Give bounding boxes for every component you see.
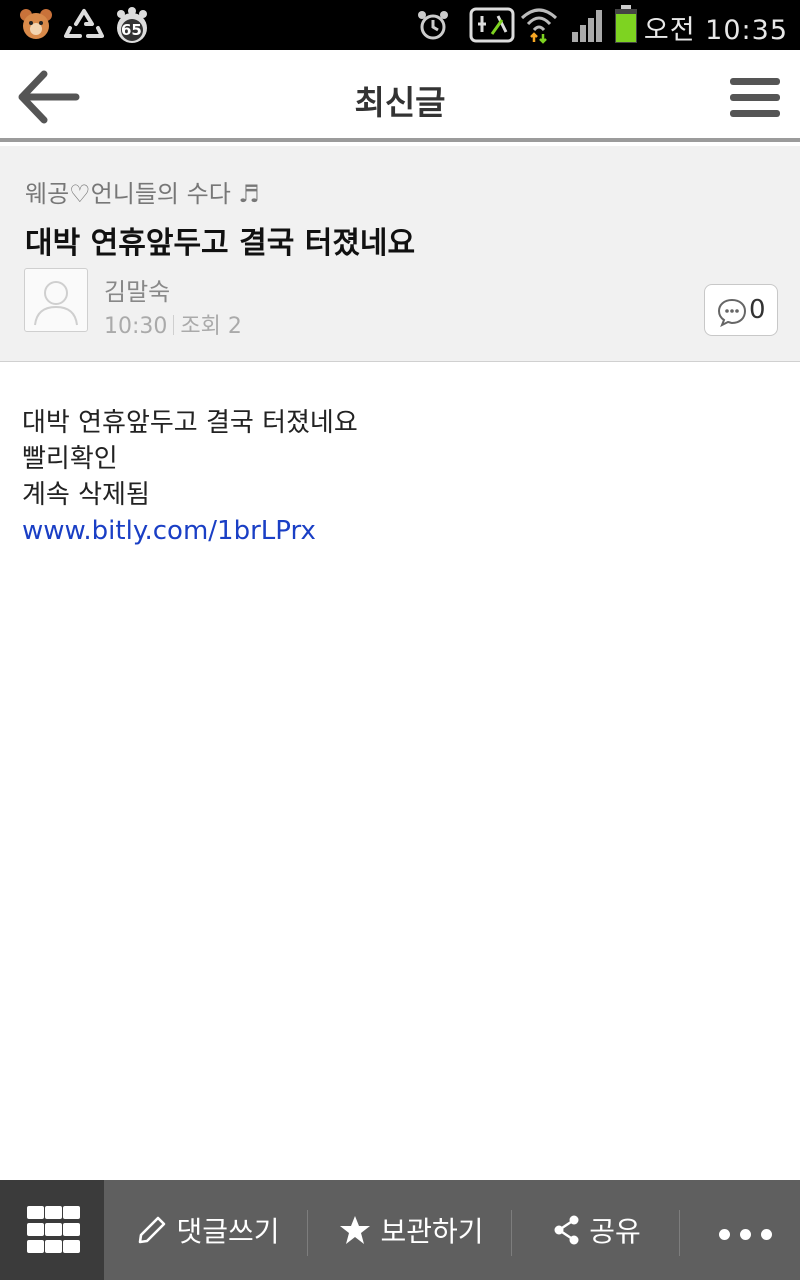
post-header: 웨공♡언니들의 수다 ♬ 대박 연휴앞두고 결국 터졌네요 김말숙 10:30 조… <box>0 146 800 362</box>
signal-icon <box>572 10 602 42</box>
page-title: 최신글 <box>354 83 446 122</box>
status-time: 오전 10:35 <box>643 15 788 46</box>
user-placeholder-icon <box>34 281 78 326</box>
comment-count-button[interactable]: 0 <box>704 284 778 336</box>
usb-debug-icon <box>469 7 515 43</box>
bookmark-label: 보관하기 <box>380 1215 484 1248</box>
toolbar-divider <box>679 1210 680 1256</box>
post-time: 10:30 <box>104 314 168 339</box>
app-header: 최신글 <box>0 50 800 142</box>
app-grid-button[interactable] <box>0 1180 104 1280</box>
toolbar-divider <box>511 1210 512 1256</box>
post-link[interactable]: www.bitly.com/1brLPrx <box>22 516 316 546</box>
paw-badge-number: 65 <box>121 21 142 39</box>
bookmark-button[interactable]: 보관하기 <box>322 1180 500 1280</box>
author-avatar[interactable] <box>24 268 88 332</box>
share-label: 공유 <box>589 1215 641 1248</box>
write-comment-label: 댓글쓰기 <box>176 1215 280 1248</box>
more-dots-icon <box>714 1214 777 1247</box>
paw-badge-icon: 65 <box>112 6 152 46</box>
author-name[interactable]: 김말숙 <box>104 272 170 307</box>
post-meta: 10:30 조회 2 <box>104 308 242 340</box>
battery-icon <box>615 5 637 43</box>
comment-bubble-icon <box>717 298 747 327</box>
bottom-toolbar: 댓글쓰기 보관하기 공유 <box>0 1180 800 1280</box>
pencil-icon <box>139 1216 166 1244</box>
meta-divider <box>173 315 175 335</box>
post-title: 대박 연휴앞두고 결국 터졌네요 <box>25 226 416 261</box>
star-icon <box>340 1216 371 1244</box>
post-body: 대박 연휴앞두고 결국 터졌네요 빨리확인 계속 삭제됨 www.bitly.c… <box>22 405 782 549</box>
recycle-icon <box>64 9 104 38</box>
share-icon <box>554 1215 579 1245</box>
comment-count: 0 <box>749 295 766 325</box>
toolbar-divider <box>307 1210 308 1256</box>
wifi-icon <box>520 8 558 44</box>
status-bar: 65 오전 10:35 <box>0 0 800 50</box>
board-name[interactable]: 웨공♡언니들의 수다 ♬ <box>25 174 260 209</box>
menu-button[interactable] <box>728 74 782 120</box>
write-comment-button[interactable]: 댓글쓰기 <box>118 1180 298 1280</box>
post-body-line: 빨리확인 <box>22 444 118 474</box>
app-notification-icon <box>20 9 52 39</box>
more-options-button[interactable] <box>690 1180 800 1280</box>
share-button[interactable]: 공유 <box>522 1180 672 1280</box>
view-count: 조회 2 <box>180 314 242 339</box>
alarm-icon <box>418 11 448 40</box>
hamburger-menu-icon <box>730 78 780 117</box>
post-body-line: 대박 연휴앞두고 결국 터졌네요 <box>22 408 358 438</box>
post-body-line: 계속 삭제됨 <box>22 480 150 510</box>
